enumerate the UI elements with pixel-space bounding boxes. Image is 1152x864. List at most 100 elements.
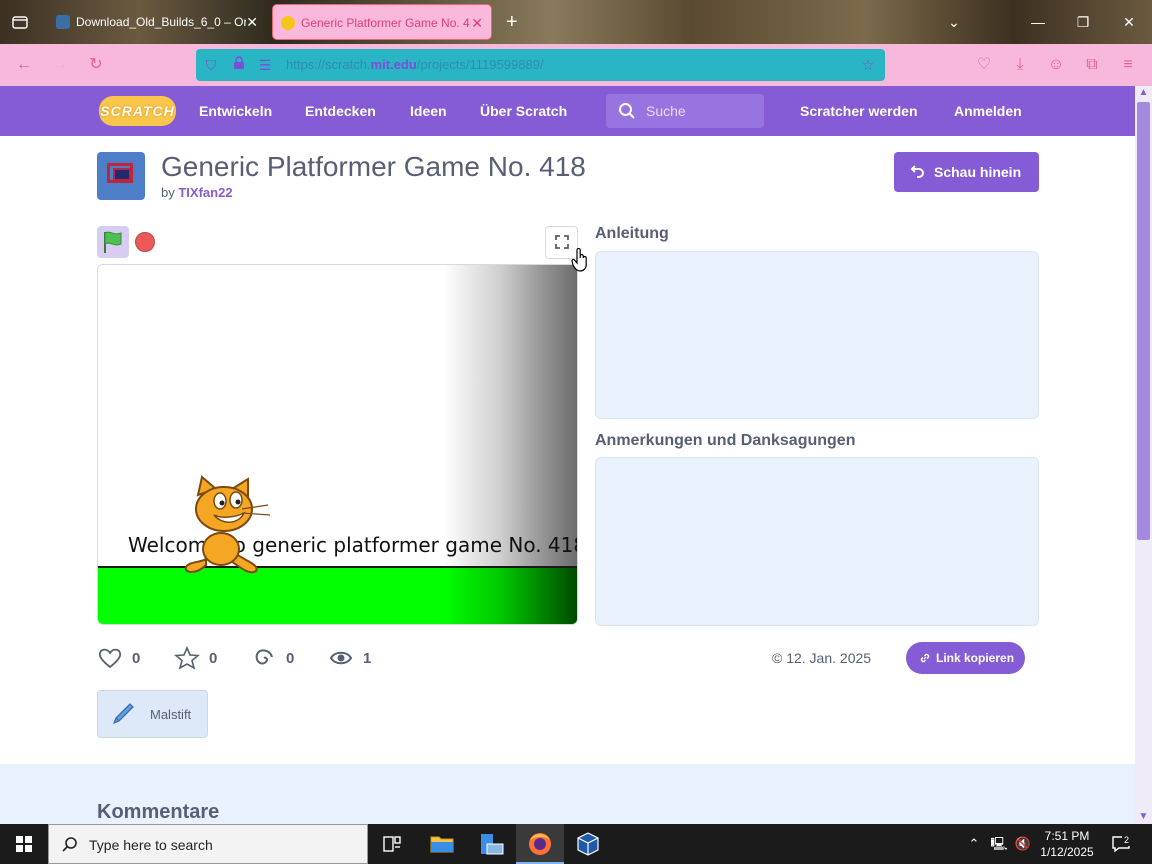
network-icon[interactable]: 🖳 xyxy=(988,824,1010,864)
instructions-box[interactable] xyxy=(595,251,1039,419)
love-stat[interactable]: 0 xyxy=(97,646,147,670)
url-suffix: /projects/1119599889/ xyxy=(416,57,544,72)
remix-arrows-icon xyxy=(910,165,924,178)
restore-icon[interactable]: ❐ xyxy=(1071,10,1095,34)
search-icon xyxy=(62,837,77,852)
by-label: by xyxy=(161,185,175,200)
forward-arrow-icon[interactable]: → xyxy=(49,54,71,76)
permissions-icon[interactable]: ☰ xyxy=(256,56,274,74)
url-domain: mit.edu xyxy=(370,57,417,72)
copy-link-button[interactable]: Link kopieren xyxy=(906,642,1025,674)
browser-tab-strip: Download_Old_Builds_6_0 – Or... ✕ Generi… xyxy=(0,0,1152,44)
remix-stat: 0 xyxy=(252,646,302,670)
heart-icon xyxy=(98,648,122,669)
join-scratch-link[interactable]: Scratcher werden xyxy=(800,86,918,136)
stage-ground xyxy=(98,566,577,624)
scratch-logo[interactable]: SCRATCH xyxy=(99,96,176,126)
search-icon xyxy=(619,103,635,119)
hand-cursor-icon xyxy=(571,248,587,272)
extension-tag-pen[interactable]: Malstift xyxy=(97,690,208,738)
tab-close-icon[interactable]: ✕ xyxy=(246,4,258,40)
stop-button[interactable] xyxy=(135,232,155,252)
pocket-icon[interactable]: ♡ xyxy=(973,54,995,76)
computer-icon xyxy=(481,834,504,855)
search-input[interactable] xyxy=(646,94,758,128)
tag-label: Malstift xyxy=(150,707,192,722)
start-button[interactable] xyxy=(0,824,48,864)
author-link[interactable]: TIXfan22 xyxy=(178,185,232,200)
project-stage[interactable]: Welcome to generic platformer game No. 4… xyxy=(97,264,578,625)
comments-section: Kommentare xyxy=(0,764,1135,824)
lock-icon[interactable] xyxy=(230,56,248,74)
shared-date: © 12. Jan. 2025 xyxy=(772,650,872,666)
close-window-icon[interactable]: ✕ xyxy=(1117,10,1141,34)
scroll-thumb[interactable] xyxy=(1137,102,1150,540)
system-clock[interactable]: 7:51 PM 1/12/2025 xyxy=(1036,828,1098,860)
firefox-app[interactable] xyxy=(516,824,564,864)
taskbar-search-box[interactable]: Type here to search xyxy=(48,824,368,864)
tab-list-button[interactable] xyxy=(8,10,32,34)
taskbar-search-placeholder: Type here to search xyxy=(89,837,213,853)
app-menu-icon[interactable]: ≡ xyxy=(1117,54,1139,76)
virtualbox-app[interactable] xyxy=(564,824,612,864)
favorite-count: 0 xyxy=(209,650,218,667)
notes-label: Anmerkungen und Danksagungen xyxy=(595,432,856,449)
love-count: 0 xyxy=(132,650,141,667)
remix-spiral-icon xyxy=(255,649,273,665)
extensions-icon[interactable]: ⧉ xyxy=(1081,54,1103,76)
nav-about[interactable]: Über Scratch xyxy=(480,86,567,136)
see-inside-label: Schau hinein xyxy=(934,164,1022,180)
account-icon[interactable]: ☺ xyxy=(1045,54,1067,76)
favorite-stat[interactable]: 0 xyxy=(173,645,224,670)
url-text[interactable]: https://scratch.mit.edu/projects/1119599… xyxy=(286,57,544,72)
views-stat: 1 xyxy=(329,646,379,670)
windows-taskbar: Type here to search ⌃ 🖳 🔇 7:51 PM 1/12/2… xyxy=(0,824,1152,864)
firefox-icon xyxy=(529,833,551,855)
file-explorer-app[interactable] xyxy=(418,824,466,864)
notifications-icon[interactable]: 2 xyxy=(1108,824,1134,864)
reload-icon[interactable]: ↻ xyxy=(85,54,107,76)
scratch-favicon-icon xyxy=(281,16,295,30)
url-prefix: https://scratch. xyxy=(286,57,371,72)
windows-logo-icon xyxy=(16,836,32,852)
see-inside-button[interactable]: Schau hinein xyxy=(894,152,1039,192)
tab-overflow-chevron-icon[interactable]: ⌄ xyxy=(942,10,966,34)
bookmark-star-icon[interactable]: ☆ xyxy=(859,56,877,74)
sign-in-link[interactable]: Anmelden xyxy=(954,86,1022,136)
nav-explore[interactable]: Entdecken xyxy=(305,86,376,136)
remix-count: 0 xyxy=(286,650,295,667)
volume-muted-icon[interactable]: 🔇 xyxy=(1012,824,1034,864)
browser-toolbar: ← → ↻ ⛉ ☰ https://scratch.mit.edu/projec… xyxy=(0,44,1152,86)
back-arrow-icon[interactable]: ← xyxy=(13,54,35,76)
author-avatar[interactable] xyxy=(97,152,145,200)
pen-icon xyxy=(112,703,134,725)
scroll-down-arrow-icon[interactable]: ▼ xyxy=(1135,810,1152,824)
page-scrollbar[interactable]: ▲ ▼ xyxy=(1135,86,1152,824)
tab-title: Download_Old_Builds_6_0 – Or... xyxy=(76,15,246,29)
comments-title: Kommentare xyxy=(97,801,220,823)
downloads-icon[interactable]: ⤓ xyxy=(1009,54,1031,76)
project-byline: by TIXfan22 xyxy=(161,185,233,200)
tab-generic-platformer[interactable]: Generic Platformer Game No. 4 ✕ xyxy=(272,4,492,40)
tab-title: Generic Platformer Game No. 4 xyxy=(301,16,470,30)
remote-desktop-app[interactable] xyxy=(467,824,515,864)
notes-box[interactable] xyxy=(595,457,1039,626)
green-flag-button[interactable] xyxy=(97,226,129,258)
scroll-up-arrow-icon[interactable]: ▲ xyxy=(1135,86,1152,100)
url-bar[interactable]: ⛉ ☰ https://scratch.mit.edu/projects/111… xyxy=(196,49,885,81)
star-icon xyxy=(173,645,201,670)
nav-ideas[interactable]: Ideen xyxy=(410,86,447,136)
tab-close-icon[interactable]: ✕ xyxy=(471,5,483,39)
task-view-button[interactable] xyxy=(368,824,416,864)
instructions-label: Anleitung xyxy=(595,225,669,242)
tab-download-old-builds[interactable]: Download_Old_Builds_6_0 – Or... ✕ xyxy=(48,4,266,40)
shield-icon[interactable]: ⛉ xyxy=(202,56,220,74)
new-tab-plus-icon[interactable]: + xyxy=(506,10,518,34)
tray-chevron-icon[interactable]: ⌃ xyxy=(964,824,984,864)
link-icon xyxy=(920,653,930,663)
nav-create[interactable]: Entwickeln xyxy=(199,86,272,136)
clock-time: 7:51 PM xyxy=(1044,829,1090,843)
scratch-navbar: SCRATCH Entwickeln Entdecken Ideen Über … xyxy=(0,86,1135,136)
cube-icon xyxy=(577,832,599,856)
minimize-icon[interactable]: — xyxy=(1026,10,1050,34)
